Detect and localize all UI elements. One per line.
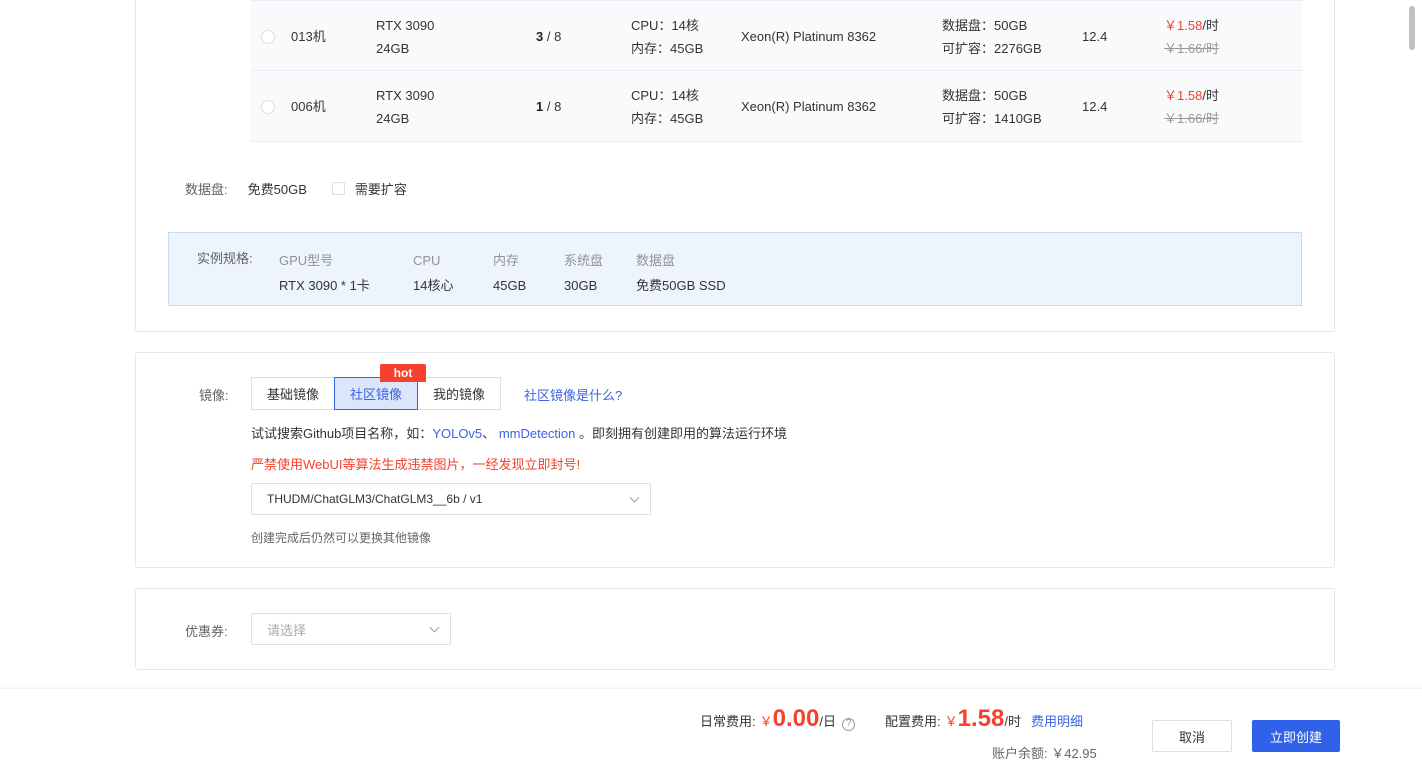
expandable-size: 可扩容：1410GB [942,110,1042,126]
gpu-info: RTX 3090 24GB [376,1,434,72]
gpu-total-count: / 8 [543,29,562,44]
coupon-label: 优惠券: [185,624,228,639]
create-button[interactable]: 立即创建 [1252,720,1340,752]
coupon-select[interactable]: 请选择 [251,613,451,645]
expand-checkbox[interactable] [331,181,345,195]
gpu-info: RTX 3090 24GB [376,71,434,142]
memory: 内存：45GB [631,110,704,126]
instance-spec-label: 实例规格: [197,251,253,266]
cuda-version: 12.4 [1082,99,1108,114]
disk-info: 数据盘：50GB 可扩容：1410GB [942,71,1042,142]
chevron-down-icon [629,492,640,503]
cpu-model: Xeon(R) Platinum 8362 [741,99,877,114]
search-hint: 试试搜索Github项目名称，如：YOLOv5、 mmDetection 。即刻… [251,426,788,441]
data-disk-size: 数据盘：50GB [942,87,1028,103]
spec-data-disk: 数据盘 免费50GB SSD [636,253,726,293]
instance-spec-panel: 实例规格: GPU型号 RTX 3090 * 1卡 CPU 14核心 内存 45… [168,232,1302,306]
mmdetection-link[interactable]: mmDetection [499,426,576,441]
data-disk-value: 免费50GB [247,181,307,197]
image-note: 创建完成后仍然可以更换其他镜像 [251,531,432,545]
cpu-cores: CPU：14核 [631,87,699,103]
machine-table: 013机 RTX 3090 24GB 3 / 8 CPU：14核 内存：45GB… [251,0,1415,142]
gpu-vram: 24GB [376,40,410,56]
community-image-help-link[interactable]: 社区镜像是什么? [524,385,622,404]
table-row[interactable]: 013机 RTX 3090 24GB 3 / 8 CPU：14核 内存：45GB… [251,0,1303,71]
spec-memory: 内存 45GB [493,253,527,293]
fee-summary: 日常费用: ￥ 0.00 /日 ? 配置费用: ￥ 1.58 /时 费用明细 [700,705,1083,732]
machine-radio[interactable] [261,100,275,114]
cpu-cores: CPU：14核 [631,17,699,33]
data-disk-size: 数据盘：50GB [942,17,1028,33]
original-price: ￥1.66/时 [1164,110,1219,126]
cuda-version: 12.4 [1082,29,1108,44]
yolov5-link[interactable]: YOLOv5 [432,426,482,441]
disk-info: 数据盘：50GB 可扩容：2276GB [942,1,1042,72]
gpu-availability: 3 / 8 [536,1,561,72]
warning-text: 严禁使用WebUI等算法生成违禁图片，一经发现立即封号! [251,457,581,472]
cpu-mem-info: CPU：14核 内存：45GB [631,1,703,72]
gpu-availability: 1 / 8 [536,71,561,142]
gpu-total-count: / 8 [543,99,562,114]
data-disk-label: 数据盘: [185,181,228,197]
chevron-down-icon [429,622,440,633]
machine-radio[interactable] [261,30,275,44]
cpu-mem-info: CPU：14核 内存：45GB [631,71,703,142]
gpu-vram: 24GB [376,110,410,126]
price-info: ￥1.58/时 ￥1.66/时 [1164,1,1219,72]
machine-name: 013机 [291,29,326,44]
question-circle-icon[interactable]: ? [841,717,855,731]
tab-basic-image[interactable]: 基础镜像 [251,377,336,410]
image-tabs: 基础镜像 社区镜像 我的镜像 [251,377,502,410]
cancel-button[interactable]: 取消 [1152,720,1232,752]
spec-cpu: CPU 14核心 [413,253,454,293]
cpu-model: Xeon(R) Platinum 8362 [741,29,877,44]
image-card: 镜像: hot 基础镜像 社区镜像 我的镜像 社区镜像是什么? 试试搜索Gith… [135,352,1335,568]
image-select[interactable]: THUDM/ChatGLM3/ChatGLM3__6b / v1 [251,483,651,515]
daily-fee-amount: 0.00 [772,705,820,732]
table-scrollbar[interactable] [1409,6,1415,50]
current-price: ￥1.58/时 [1164,87,1219,103]
gpu-model: RTX 3090 [376,17,435,33]
expand-checkbox-label[interactable]: 需要扩容 [355,179,407,198]
image-label: 镜像: [199,388,229,403]
config-fee-amount: 1.58 [957,705,1005,732]
hot-badge: hot [380,364,426,382]
expandable-size: 可扩容：2276GB [942,40,1042,56]
coupon-placeholder: 请选择 [267,622,307,638]
current-price: ￥1.58/时 [1164,17,1219,33]
config-fee-label: 配置费用: [884,714,941,729]
tab-my-image[interactable]: 我的镜像 [417,377,502,410]
account-balance: 账户余额: ￥42.95 [992,746,1097,761]
machine-config-card: 013机 RTX 3090 24GB 3 / 8 CPU：14核 内存：45GB… [135,0,1415,332]
price-info: ￥1.58/时 ￥1.66/时 [1164,71,1219,142]
image-select-value: THUDM/ChatGLM3/ChatGLM3__6b / v1 [267,492,483,506]
footer-bar: 日常费用: ￥ 0.00 /日 ? 配置费用: ￥ 1.58 /时 费用明细 账… [0,688,1422,762]
data-disk-row: 数据盘: 免费50GB 需要扩容 [185,178,407,198]
coupon-card: 优惠券: 请选择 [135,588,1335,670]
memory: 内存：45GB [631,40,704,56]
spec-system-disk: 系统盘 30GB [564,253,604,293]
machine-name: 006机 [291,99,326,114]
spec-gpu: GPU型号 RTX 3090 * 1卡 [279,253,370,293]
daily-fee-label: 日常费用: [700,714,756,729]
gpu-model: RTX 3090 [376,87,435,103]
original-price: ￥1.66/时 [1164,40,1219,56]
table-row[interactable]: 006机 RTX 3090 24GB 1 / 8 CPU：14核 内存：45GB… [251,71,1303,142]
fee-detail-link[interactable]: 费用明细 [1031,711,1083,730]
